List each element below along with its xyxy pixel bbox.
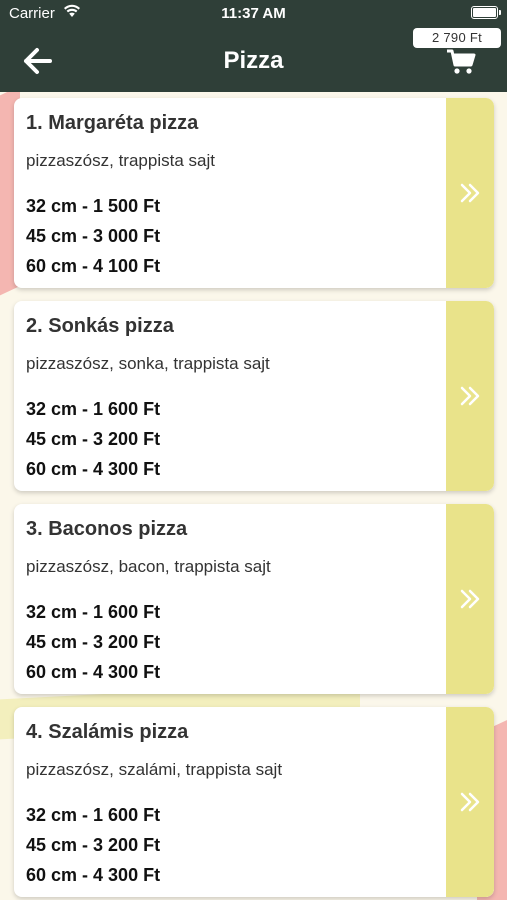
status-bar: Carrier 11:37 AM bbox=[0, 0, 507, 28]
pizza-name: 2. Sonkás pizza bbox=[26, 315, 174, 337]
pizza-toppings: pizzaszósz, trappista sajt bbox=[26, 151, 215, 170]
clock: 11:37 AM bbox=[221, 5, 286, 22]
pizza-card[interactable]: 4. Szalámis pizza pizzaszósz, szalámi, t… bbox=[14, 707, 494, 897]
open-pizza-button[interactable] bbox=[446, 301, 494, 491]
page-title: Pizza bbox=[223, 47, 284, 74]
open-pizza-button[interactable] bbox=[446, 98, 494, 288]
shopping-cart-icon bbox=[447, 49, 476, 74]
pizza-card-content: 1. Margaréta pizza pizzaszósz, trappista… bbox=[26, 112, 436, 281]
price-option: 45 cm - 3 200 Ft bbox=[26, 429, 161, 449]
price-option: 32 cm - 1 600 Ft bbox=[26, 602, 161, 622]
pizza-toppings: pizzaszósz, sonka, trappista sajt bbox=[26, 354, 270, 373]
price-list: 32 cm - 1 500 Ft 45 cm - 3 000 Ft 60 cm … bbox=[26, 191, 436, 281]
price-option: 60 cm - 4 300 Ft bbox=[26, 865, 161, 885]
price-option: 32 cm - 1 600 Ft bbox=[26, 399, 161, 419]
pizza-card[interactable]: 2. Sonkás pizza pizzaszósz, sonka, trapp… bbox=[14, 301, 494, 491]
app-header: Carrier 11:37 AM Pizza 2 790 Ft bbox=[0, 0, 507, 92]
cart-button[interactable] bbox=[446, 49, 476, 75]
double-chevron-right-icon bbox=[460, 589, 480, 609]
double-chevron-right-icon bbox=[460, 792, 480, 812]
battery-icon bbox=[471, 6, 501, 19]
pizza-name: 1. Margaréta pizza bbox=[26, 112, 199, 134]
pizza-card[interactable]: 3. Baconos pizza pizzaszósz, bacon, trap… bbox=[14, 504, 494, 694]
pizza-toppings: pizzaszósz, szalámi, trappista sajt bbox=[26, 760, 283, 779]
pizza-name: 4. Szalámis pizza bbox=[26, 721, 189, 743]
pizza-toppings: pizzaszósz, bacon, trappista sajt bbox=[26, 557, 271, 576]
price-option: 60 cm - 4 300 Ft bbox=[26, 459, 161, 479]
price-option: 45 cm - 3 200 Ft bbox=[26, 835, 161, 855]
double-chevron-right-icon bbox=[460, 183, 480, 203]
price-list: 32 cm - 1 600 Ft 45 cm - 3 200 Ft 60 cm … bbox=[26, 800, 436, 890]
price-list: 32 cm - 1 600 Ft 45 cm - 3 200 Ft 60 cm … bbox=[26, 597, 436, 687]
price-option: 45 cm - 3 000 Ft bbox=[26, 226, 161, 246]
price-option: 45 cm - 3 200 Ft bbox=[26, 632, 161, 652]
cart-total-badge: 2 790 Ft bbox=[413, 28, 501, 48]
pizza-name: 3. Baconos pizza bbox=[26, 518, 188, 540]
double-chevron-right-icon bbox=[460, 386, 480, 406]
price-option: 32 cm - 1 600 Ft bbox=[26, 805, 161, 825]
open-pizza-button[interactable] bbox=[446, 504, 494, 694]
price-option: 60 cm - 4 300 Ft bbox=[26, 662, 161, 682]
pizza-card-content: 4. Szalámis pizza pizzaszósz, szalámi, t… bbox=[26, 721, 436, 890]
price-option: 32 cm - 1 500 Ft bbox=[26, 196, 161, 216]
pizza-card-content: 2. Sonkás pizza pizzaszósz, sonka, trapp… bbox=[26, 315, 436, 484]
open-pizza-button[interactable] bbox=[446, 707, 494, 897]
price-list: 32 cm - 1 600 Ft 45 cm - 3 200 Ft 60 cm … bbox=[26, 394, 436, 484]
price-option: 60 cm - 4 100 Ft bbox=[26, 256, 161, 276]
pizza-card-content: 3. Baconos pizza pizzaszósz, bacon, trap… bbox=[26, 518, 436, 687]
pizza-card[interactable]: 1. Margaréta pizza pizzaszósz, trappista… bbox=[14, 98, 494, 288]
